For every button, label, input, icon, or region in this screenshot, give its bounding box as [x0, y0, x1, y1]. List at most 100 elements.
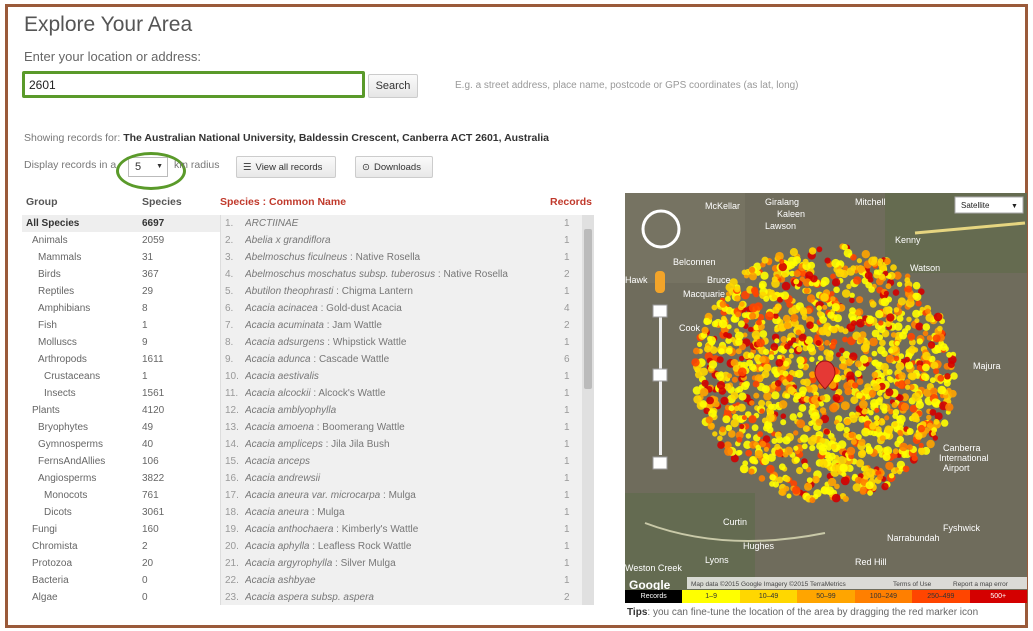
species-row[interactable]: 21. Acacia argyrophylla : Silver Mulga 1 [221, 555, 594, 572]
species-name: Acacia aphylla : Leafless Rock Wattle [245, 541, 564, 552]
zoom-out-icon[interactable] [652, 456, 668, 470]
street-view-icon[interactable] [655, 271, 665, 293]
record-dot [734, 295, 741, 302]
scrollbar-thumb[interactable] [584, 229, 592, 389]
species-row[interactable]: 14. Acacia ampliceps : Jila Jila Bush 1 [221, 436, 594, 453]
scientific-name: Acacia aneura [245, 507, 309, 518]
group-row[interactable]: Crustaceans 1 [22, 368, 220, 385]
group-row[interactable]: Birds 367 [22, 266, 220, 283]
record-dot [865, 445, 873, 453]
group-row[interactable]: Algae 0 [22, 589, 220, 606]
group-row[interactable]: Molluscs 9 [22, 334, 220, 351]
species-row[interactable]: 22. Acacia ashbyae 1 [221, 572, 594, 589]
species-list[interactable]: 1. ARCTIINAE 1 2. Abelia x grandiflora 1 3. Abe… [220, 215, 594, 605]
record-dot [896, 281, 903, 287]
species-row[interactable]: 20. Acacia aphylla : Leafless Rock Wattle… [221, 538, 594, 555]
view-all-records-button[interactable]: ☰ View all records [236, 156, 336, 178]
record-dot [849, 297, 855, 304]
group-count: 106 [142, 456, 159, 467]
species-row[interactable]: 4. Abelmoschus moschatus subsp. tuberosus… [221, 266, 594, 283]
location-input[interactable] [25, 74, 362, 95]
record-dot [864, 271, 873, 280]
group-row[interactable]: Animals 2059 [22, 232, 220, 249]
group-row[interactable]: All Species 6697 [22, 215, 220, 232]
species-name: Acacia acuminata : Jam Wattle [245, 320, 564, 331]
species-row[interactable]: 6. Acacia acinacea : Gold-dust Acacia 4 [221, 300, 594, 317]
zoom-in-icon[interactable] [652, 304, 668, 318]
species-row[interactable]: 16. Acacia andrewsii 1 [221, 470, 594, 487]
group-row[interactable]: Gymnosperms 40 [22, 436, 220, 453]
group-row[interactable]: Reptiles 29 [22, 283, 220, 300]
scientific-name: Acacia ampliceps [245, 439, 323, 450]
scientific-name: Acacia alcockii [245, 388, 311, 399]
species-row[interactable]: 13. Acacia amoena : Boomerang Wattle 1 [221, 419, 594, 436]
record-dot [816, 442, 824, 450]
species-row[interactable]: 5. Abutilon theophrasti : Chigma Lantern 1 [221, 283, 594, 300]
group-row[interactable]: Insects 1561 [22, 385, 220, 402]
group-row[interactable]: Chromista 2 [22, 538, 220, 555]
zoom-handle-icon[interactable] [652, 368, 668, 382]
record-dot [856, 459, 865, 468]
species-row[interactable]: 18. Acacia aneura : Mulga 1 [221, 504, 594, 521]
record-dot [932, 334, 941, 343]
record-dot [784, 475, 791, 483]
record-dot [885, 283, 892, 290]
species-row[interactable]: 3. Abelmoschus ficulneus : Native Rosella… [221, 249, 594, 266]
group-row[interactable]: FernsAndAllies 106 [22, 453, 220, 470]
record-dot [790, 313, 799, 322]
record-dot [827, 477, 837, 487]
group-row[interactable]: Fungi 160 [22, 521, 220, 538]
record-dot [901, 328, 909, 335]
record-dot [840, 270, 849, 278]
species-row[interactable]: 23. Acacia aspera subsp. aspera 2 [221, 589, 594, 605]
species-row[interactable]: 12. Acacia amblyophylla 1 [221, 402, 594, 419]
record-dot [926, 414, 932, 421]
group-count: 4120 [142, 405, 165, 416]
species-row[interactable]: 7. Acacia acuminata : Jam Wattle 2 [221, 317, 594, 334]
records-map[interactable]: McKellar Giralang Kaleen Lawson Mitchell Kenn… [625, 193, 1027, 603]
group-row[interactable]: Mammals 31 [22, 249, 220, 266]
species-row[interactable]: 10. Acacia aestivalis 1 [221, 368, 594, 385]
group-row[interactable]: Bacteria 0 [22, 572, 220, 589]
group-row[interactable]: Dicots 3061 [22, 504, 220, 521]
species-row[interactable]: 19. Acacia anthochaera : Kimberly's Wattl… [221, 521, 594, 538]
group-row[interactable]: Monocots 761 [22, 487, 220, 504]
record-dot [789, 413, 797, 421]
record-dot [916, 338, 923, 345]
record-dot [850, 320, 857, 327]
record-dot [904, 356, 910, 363]
species-row[interactable]: 15. Acacia anceps 1 [221, 453, 594, 470]
species-name: Acacia amoena : Boomerang Wattle [245, 422, 564, 433]
scientific-name: Abelmoschus ficulneus [245, 252, 348, 263]
group-row[interactable]: Angiosperms 3822 [22, 470, 220, 487]
record-dot [860, 486, 867, 494]
search-button[interactable]: Search [368, 74, 418, 98]
downloads-button[interactable]: ⊙ Downloads [355, 156, 433, 178]
list-scrollbar[interactable] [582, 215, 594, 605]
map-place-label: Canberra [943, 443, 981, 453]
group-row[interactable]: Arthropods 1611 [22, 351, 220, 368]
record-dot [693, 395, 702, 404]
record-dot [911, 455, 918, 462]
species-row[interactable]: 1. ARCTIINAE 1 [221, 215, 594, 232]
map-place-label: Hawk [625, 275, 648, 285]
zoom-slider[interactable] [659, 315, 662, 455]
species-number: 5. [225, 286, 234, 297]
group-row[interactable]: Protozoa 20 [22, 555, 220, 572]
record-dot [879, 435, 886, 442]
group-row[interactable]: Fish 1 [22, 317, 220, 334]
species-row[interactable]: 9. Acacia adunca : Cascade Wattle 6 [221, 351, 594, 368]
group-row[interactable]: Plants 4120 [22, 402, 220, 419]
scientific-name: Acacia aspera subsp. aspera [245, 592, 374, 603]
record-dot [780, 291, 790, 300]
record-dot [915, 300, 922, 307]
record-dot [917, 424, 926, 433]
record-dot [741, 269, 748, 276]
species-row[interactable]: 11. Acacia alcockii : Alcock's Wattle 1 [221, 385, 594, 402]
species-row[interactable]: 8. Acacia adsurgens : Whipstick Wattle 1 [221, 334, 594, 351]
group-row[interactable]: Bryophytes 49 [22, 419, 220, 436]
group-row[interactable]: Amphibians 8 [22, 300, 220, 317]
species-row[interactable]: 2. Abelia x grandiflora 1 [221, 232, 594, 249]
species-number: 9. [225, 354, 234, 365]
species-row[interactable]: 17. Acacia aneura var. microcarpa : Mulga… [221, 487, 594, 504]
